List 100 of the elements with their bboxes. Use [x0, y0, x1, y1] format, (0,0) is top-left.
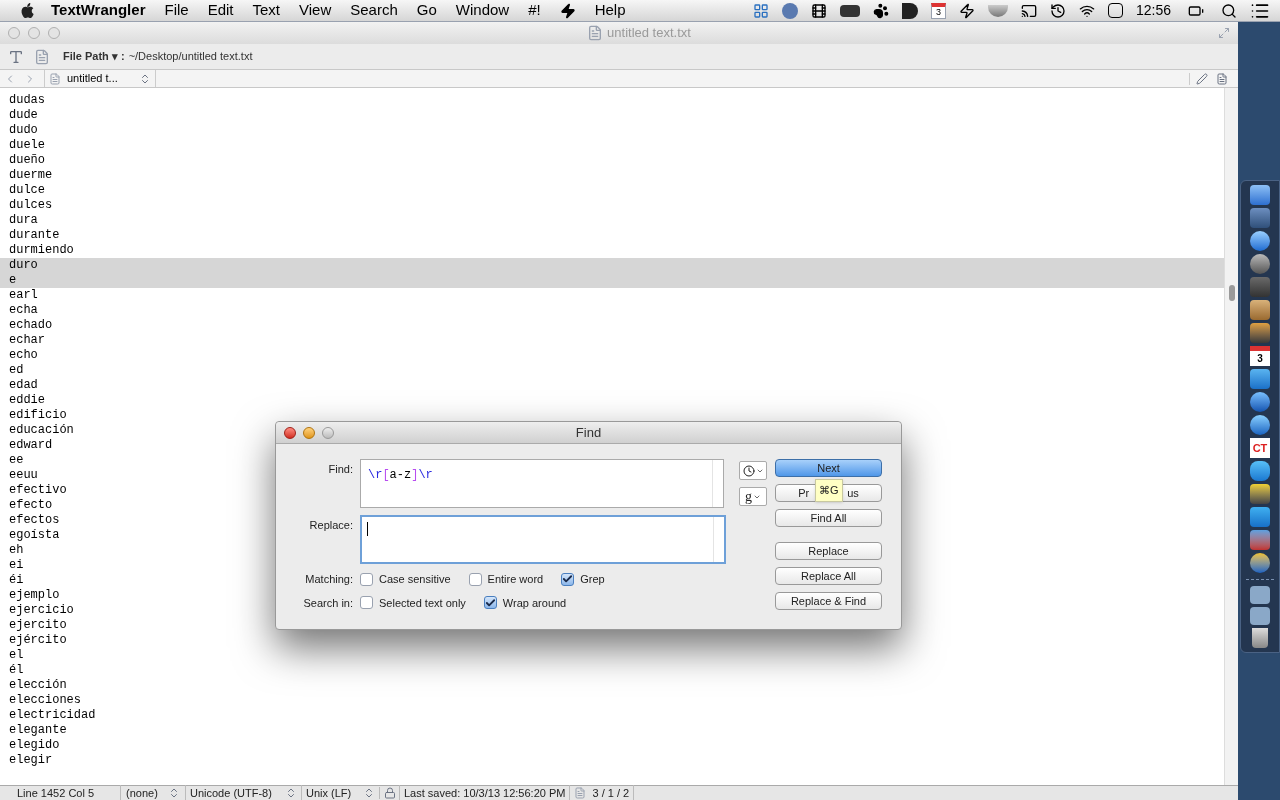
app-menu[interactable]: TextWrangler	[51, 0, 146, 22]
text-icon[interactable]	[8, 48, 24, 65]
app-logo[interactable]: CT	[1250, 438, 1270, 458]
dialog-title: Find	[574, 423, 603, 442]
scrollbar[interactable]	[1224, 88, 1238, 785]
history-button[interactable]	[739, 461, 767, 480]
menu-item[interactable]: Window	[455, 0, 510, 22]
close-button[interactable]	[284, 426, 296, 439]
checkbox-label[interactable]: Selected text only	[379, 594, 466, 611]
menu-item[interactable]: View	[299, 0, 332, 22]
d-shape-icon[interactable]	[901, 2, 918, 19]
text-line: él	[9, 663, 24, 677]
checkbox-label[interactable]: Case sensitive	[379, 571, 451, 588]
text-line: duro	[9, 258, 38, 272]
text-line: ejército	[9, 633, 67, 647]
text-line: durmiendo	[9, 243, 74, 257]
checkbox[interactable]	[468, 572, 482, 586]
minimize-button[interactable]	[303, 426, 315, 439]
text-line: egoísta	[9, 528, 60, 542]
language-menu[interactable]: (none)	[120, 784, 185, 800]
text-line: dudas	[9, 93, 45, 107]
document-icon[interactable]	[34, 48, 50, 65]
lock-icon[interactable]	[383, 787, 396, 799]
text-line: e	[9, 273, 17, 287]
text-line: elecciones	[9, 693, 81, 707]
checkbox[interactable]	[360, 596, 373, 610]
replace-label: Replace:	[308, 518, 354, 533]
text-line: earl	[9, 288, 38, 302]
calendar-icon[interactable]: 3	[1250, 346, 1270, 366]
text-line: dura	[9, 213, 38, 227]
dialog-button[interactable]: Find All	[775, 509, 882, 527]
encoding-menu[interactable]: Unicode (UTF-8)	[185, 784, 301, 800]
checkbox[interactable]	[483, 596, 497, 610]
replace-field[interactable]	[360, 515, 726, 564]
text-line: elegante	[9, 723, 67, 737]
clock-icon	[742, 464, 755, 477]
stepper-icon	[139, 72, 151, 85]
menu-item[interactable]: Text	[252, 0, 280, 22]
text-line: edward	[9, 438, 53, 452]
clock[interactable]: 12:56	[1135, 0, 1171, 21]
cursor-position: Line 1452 Col 5	[16, 785, 96, 800]
menu-item[interactable]: Search	[350, 0, 398, 22]
dialog-button[interactable]: Next	[775, 459, 882, 477]
tooltip: ⌘G	[815, 479, 843, 502]
find-field[interactable]: \r[a-z]\r	[360, 459, 724, 508]
stepper-icon	[168, 787, 180, 799]
airplay-icon[interactable]	[1020, 2, 1037, 19]
text-line: edificio	[9, 408, 67, 422]
menu-item[interactable]: Edit	[207, 0, 234, 22]
find-label: Find:	[327, 462, 354, 477]
text-line: eddie	[9, 393, 45, 407]
apple-icon[interactable]	[20, 2, 35, 19]
document-icon	[587, 25, 604, 41]
calendar-icon[interactable]: 3	[930, 2, 946, 19]
menu-item[interactable]: Help	[594, 0, 626, 22]
checkbox[interactable]	[561, 572, 575, 586]
text-line: dulce	[9, 183, 45, 197]
stepper-icon	[363, 787, 375, 799]
text-line: edad	[9, 378, 38, 392]
text-line: efectivo	[9, 483, 67, 497]
window-title: untitled text.txt	[607, 24, 691, 43]
text-line: efecto	[9, 498, 53, 512]
page-icon[interactable]	[1216, 72, 1228, 85]
text-line: éi	[9, 573, 24, 587]
document-menu[interactable]: untitled t...	[44, 70, 156, 87]
text-line: ejercicio	[9, 603, 74, 617]
checkbox-label[interactable]: Entire word	[487, 571, 544, 588]
document-icon	[574, 787, 587, 799]
text-line: eeuu	[9, 468, 38, 482]
text-line: duele	[9, 138, 45, 152]
search-icon[interactable]	[1221, 2, 1237, 19]
time-machine-icon[interactable]	[1049, 2, 1066, 19]
film-icon[interactable]	[810, 2, 827, 19]
text-line: echar	[9, 333, 45, 347]
checkbox-label[interactable]: Grep	[580, 571, 605, 588]
checkbox[interactable]	[360, 572, 373, 586]
path-label[interactable]: File Path ▾ :	[63, 48, 125, 65]
menu-item[interactable]: File	[164, 0, 189, 22]
line-endings-menu[interactable]: Unix (LF)	[301, 784, 379, 800]
text-line: dudo	[9, 123, 38, 137]
dialog-button[interactable]: Replace All	[775, 567, 882, 585]
dialog-button[interactable]: Replace	[775, 542, 882, 560]
option-label: Search in:	[302, 595, 354, 611]
bolt-icon[interactable]	[958, 2, 975, 19]
script-icon[interactable]	[559, 2, 576, 19]
menu-item[interactable]: Go	[416, 0, 437, 22]
text-line: ejercito	[9, 618, 67, 632]
text-line: echado	[9, 318, 53, 332]
text-line: ed	[9, 363, 24, 377]
text-line: elegir	[9, 753, 53, 767]
pen-icon[interactable]	[1196, 72, 1208, 85]
grep-patterns-button[interactable]: g	[739, 487, 767, 506]
text-line: elección	[9, 678, 67, 692]
text-line: educación	[9, 423, 74, 437]
fullscreen-icon[interactable]	[1218, 27, 1230, 39]
dialog-button[interactable]: Replace & Find	[775, 592, 882, 610]
menu-item[interactable]: #!	[528, 0, 541, 22]
paw-icon[interactable]	[872, 2, 889, 19]
checkbox-label[interactable]: Wrap around	[502, 594, 567, 611]
text-line: dude	[9, 108, 38, 122]
